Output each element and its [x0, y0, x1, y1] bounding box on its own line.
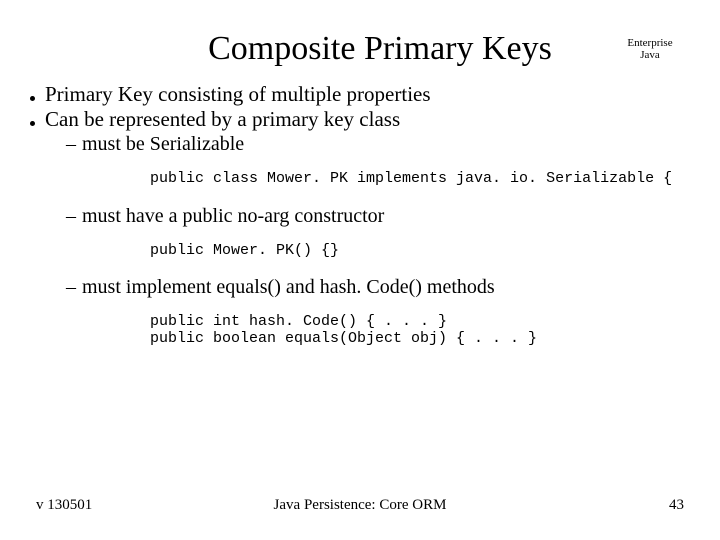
- dash-icon: –: [66, 275, 76, 299]
- slide-content: Primary Key consisting of multiple prope…: [0, 68, 720, 347]
- code-3: public int hash. Code() { . . . } public…: [66, 313, 680, 348]
- slide-title: Composite Primary Keys: [140, 30, 620, 68]
- sub-2-text: must have a public no-arg constructor: [82, 204, 384, 228]
- bullet-dot-icon: [30, 121, 35, 126]
- bullet-dot-icon: [30, 96, 35, 101]
- bullet-1-text: Primary Key consisting of multiple prope…: [45, 82, 431, 107]
- footer-page: 43: [669, 497, 684, 514]
- sub-1: – must be Serializable: [66, 132, 680, 156]
- sub-3-text: must implement equals() and hash. Code()…: [82, 275, 495, 299]
- dash-icon: –: [66, 132, 76, 156]
- footer-version: v 130501: [36, 497, 92, 514]
- code-1: public class Mower. PK implements java. …: [66, 170, 680, 187]
- bullet-2: Can be represented by a primary key clas…: [30, 107, 680, 132]
- sub-list: – must be Serializable public class Mowe…: [30, 132, 680, 347]
- sub-1-text: must be Serializable: [82, 132, 244, 156]
- footer-center: Java Persistence: Core ORM: [274, 497, 447, 514]
- code-2: public Mower. PK() {}: [66, 242, 680, 259]
- slide-header: Composite Primary Keys Enterprise Java: [0, 0, 720, 68]
- corner-label: Enterprise Java: [620, 37, 680, 61]
- bullet-1: Primary Key consisting of multiple prope…: [30, 82, 680, 107]
- sub-2: – must have a public no-arg constructor: [66, 204, 680, 228]
- slide-footer: v 130501 Java Persistence: Core ORM 43: [36, 497, 684, 514]
- bullet-2-text: Can be represented by a primary key clas…: [45, 107, 400, 132]
- sub-3: – must implement equals() and hash. Code…: [66, 275, 680, 299]
- dash-icon: –: [66, 204, 76, 228]
